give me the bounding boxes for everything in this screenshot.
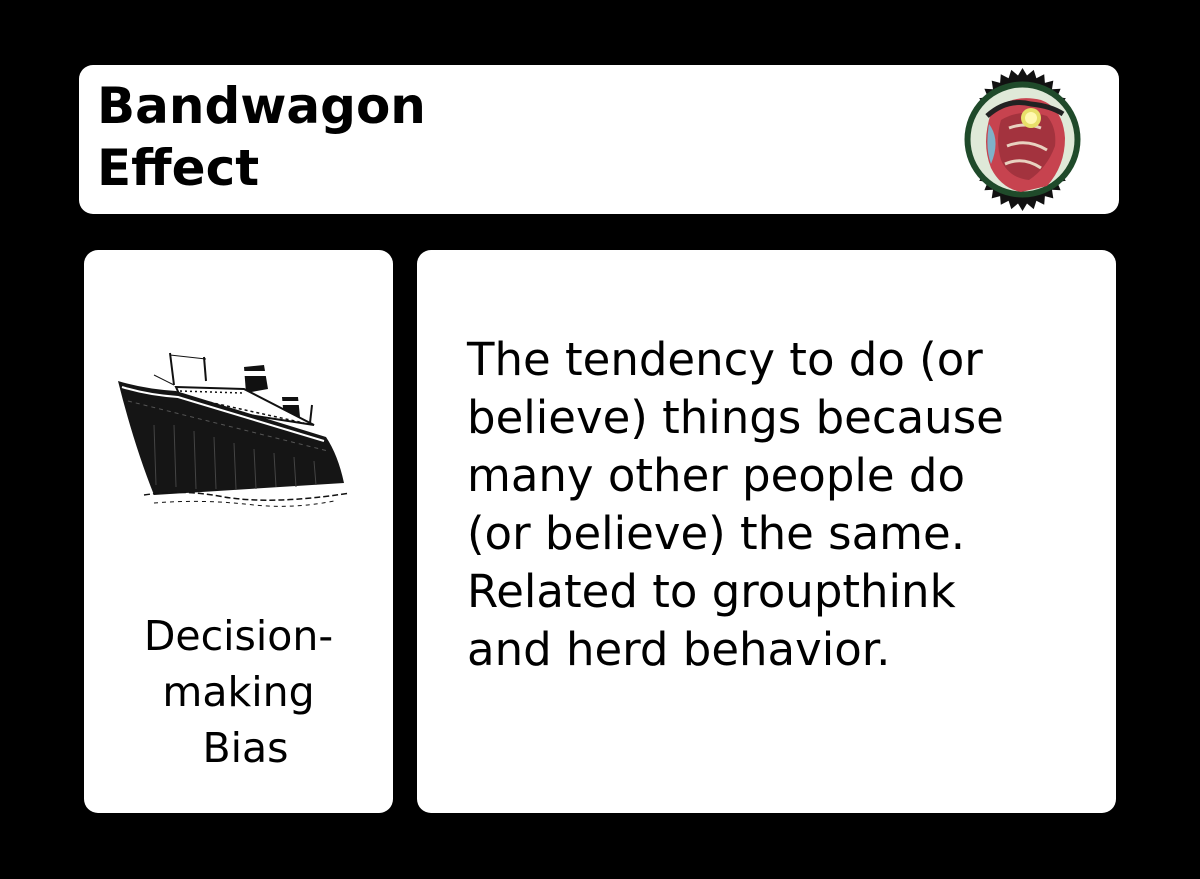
card-title-line-1: Bandwagon xyxy=(97,77,426,135)
bias-category: Decision- making Bias xyxy=(84,608,393,776)
bias-category-line-2: making xyxy=(162,668,315,716)
bias-category-line-3: Bias xyxy=(202,724,289,772)
description-line: many other people do xyxy=(467,449,965,502)
category-panel: Decision- making Bias xyxy=(84,250,393,813)
description-panel: The tendency to do (or believe) things b… xyxy=(417,250,1116,813)
laurel-head-seal-icon xyxy=(964,68,1081,211)
title-panel: Bandwagon Effect xyxy=(79,65,1119,214)
description-line: (or believe) the same. xyxy=(467,507,966,560)
description-line: and herd behavior. xyxy=(467,623,891,676)
bias-description: The tendency to do (or believe) things b… xyxy=(467,331,1087,679)
bias-category-line-1: Decision- xyxy=(143,612,334,660)
description-line: believe) things because xyxy=(467,391,1004,444)
description-line: Related to groupthink xyxy=(467,565,956,618)
ocean-liner-ship-icon xyxy=(118,352,351,507)
description-line: The tendency to do (or xyxy=(467,333,983,386)
card-title-line-2: Effect xyxy=(97,139,260,197)
card-title: Bandwagon Effect xyxy=(97,75,697,199)
